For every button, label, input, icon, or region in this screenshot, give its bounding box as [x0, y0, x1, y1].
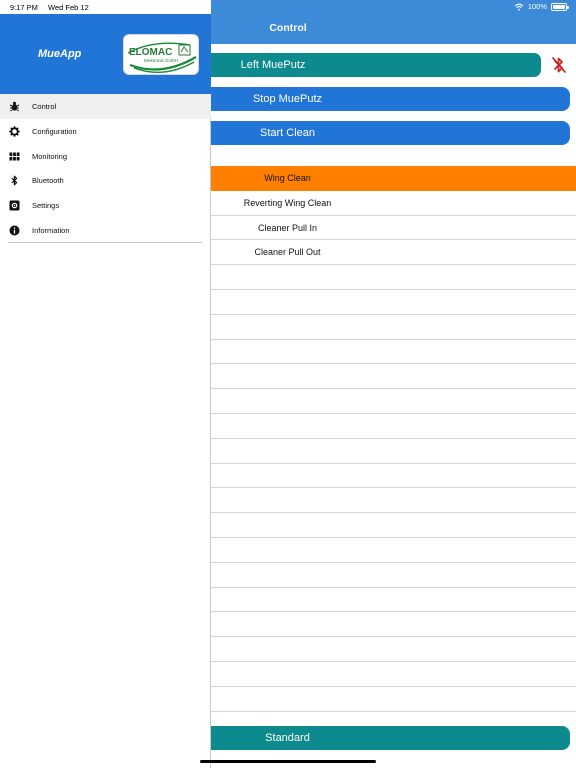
list-item[interactable] [211, 488, 576, 514]
stop-mueputz-button[interactable]: Stop MuePutz [211, 87, 570, 111]
elomac-logo-mark: ELOMAC Elektronik GmbH [127, 42, 197, 73]
sidebar-item-information[interactable]: Information [0, 218, 211, 243]
main-panel: Control Left MuePutz Stop MuePutz Start … [211, 0, 576, 768]
home-indicator[interactable] [200, 760, 376, 763]
navigation-drawer: MueApp ELOMAC Elektronik GmbH Control Con… [0, 0, 211, 768]
standard-label: Standard [265, 732, 310, 744]
status-time: 9:17 PM [10, 3, 38, 12]
list-item[interactable] [211, 662, 576, 687]
bluetooth-icon [9, 175, 20, 186]
sidebar-item-label: Information [32, 225, 70, 235]
list-item[interactable] [211, 612, 576, 638]
stop-mueputz-label: Stop MuePutz [252, 93, 323, 105]
status-date: Wed Feb 12 [48, 3, 89, 12]
list-item[interactable]: Cleaner Pull In [211, 216, 576, 241]
drawer-nav: Control Configuration Monitoring Bluetooth S… [0, 94, 211, 243]
status-right: 100% [514, 2, 569, 11]
logo-brand-text: ELOMAC [129, 47, 172, 58]
sidebar-item-settings[interactable]: Settings [0, 193, 211, 218]
app-name: MueApp [38, 48, 82, 60]
list-item-label: Reverting Wing Clean [243, 197, 332, 208]
start-clean-button[interactable]: Start Clean [211, 121, 570, 145]
list-item[interactable] [211, 637, 576, 662]
sidebar-item-label: Control [32, 102, 57, 111]
left-mueputz-button[interactable]: Left MuePutz [211, 53, 541, 77]
list-item[interactable]: Cleaner Pull Out [211, 240, 576, 266]
left-mueputz-label: Left MuePutz [240, 59, 306, 71]
nav-divider [8, 242, 202, 243]
list-item[interactable]: Wing Clean [211, 166, 576, 191]
logo-subtitle-text: Elektronik GmbH [144, 58, 178, 63]
page-title: Control [269, 22, 307, 34]
bug-icon [9, 101, 20, 112]
list-item[interactable]: Reverting Wing Clean [211, 191, 576, 216]
sidebar-item-label: Settings [32, 201, 60, 211]
list-item[interactable] [211, 389, 576, 414]
list-item[interactable] [211, 364, 576, 390]
grid-icon [9, 151, 20, 162]
list-item[interactable] [211, 464, 576, 489]
sidebar-item-label: Monitoring [32, 151, 68, 161]
list-item[interactable] [211, 315, 576, 340]
standard-button[interactable]: Standard [211, 726, 570, 750]
battery-percent: 100% [527, 2, 547, 11]
sidebar-item-bluetooth[interactable]: Bluetooth [0, 168, 211, 193]
elomac-logo: ELOMAC Elektronik GmbH [123, 34, 199, 75]
sidebar-item-monitoring[interactable]: Monitoring [0, 144, 211, 169]
list-item[interactable] [211, 340, 576, 365]
list-item[interactable] [211, 538, 576, 563]
battery-icon [551, 2, 569, 11]
list-item-label: Cleaner Pull Out [254, 247, 321, 258]
action-list: Wing Clean Reverting Wing Clean Cleaner Pu… [211, 166, 576, 712]
list-item[interactable] [211, 265, 576, 290]
wifi-icon [514, 3, 524, 10]
sidebar-item-configuration[interactable]: Configuration [0, 119, 211, 144]
start-clean-label: Start Clean [259, 127, 316, 139]
status-left: 9:17 PM Wed Feb 12 [10, 3, 97, 12]
list-item[interactable] [211, 290, 576, 315]
list-item[interactable] [211, 588, 576, 613]
list-item[interactable] [211, 414, 576, 439]
bluetooth-disabled-icon[interactable] [551, 56, 567, 74]
sidebar-item-label: Bluetooth [32, 176, 64, 186]
list-item-label: Wing Clean [264, 173, 311, 183]
list-item-label: Cleaner Pull In [257, 222, 318, 233]
battery-fill [553, 4, 565, 9]
list-item[interactable] [211, 439, 576, 464]
sidebar-item-label: Configuration [32, 126, 77, 136]
settings-icon [9, 200, 20, 211]
info-icon [9, 225, 20, 236]
drawer-header: MueApp ELOMAC Elektronik GmbH [0, 14, 211, 94]
list-item[interactable] [211, 513, 576, 538]
sidebar-item-control[interactable]: Control [0, 94, 211, 119]
list-item[interactable] [211, 563, 576, 588]
status-bar: 9:17 PM Wed Feb 12 100% [0, 0, 576, 14]
gear-icon [9, 126, 20, 137]
list-item[interactable] [211, 687, 576, 712]
